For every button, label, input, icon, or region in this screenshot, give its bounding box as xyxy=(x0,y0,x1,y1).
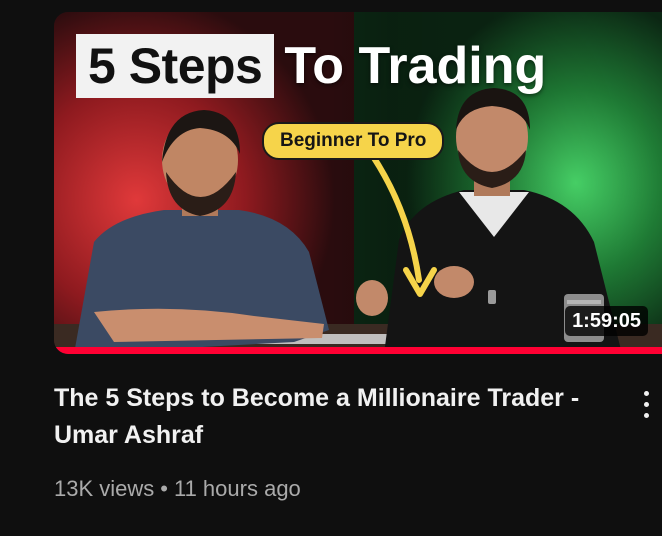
video-title[interactable]: The 5 Steps to Become a Millionaire Trad… xyxy=(54,380,614,454)
watch-progress-bar xyxy=(54,347,662,354)
headline-boxed-text: 5 Steps xyxy=(76,34,275,98)
meta-separator: • xyxy=(160,476,168,501)
thumbnail-headline: 5 Steps To Trading xyxy=(76,34,546,98)
view-count: 13K views xyxy=(54,476,155,501)
upload-age: 11 hours ago xyxy=(173,476,301,501)
headline-text: To Trading xyxy=(284,37,547,95)
more-vertical-icon[interactable] xyxy=(632,384,660,424)
video-thumbnail[interactable]: 5 Steps To Trading Beginner To Pro 1:59:… xyxy=(54,12,662,354)
duration-badge: 1:59:05 xyxy=(565,306,648,336)
video-card[interactable]: 5 Steps To Trading Beginner To Pro 1:59:… xyxy=(0,0,662,536)
video-metadata: 13K views • 11 hours ago xyxy=(54,474,301,504)
beginner-pro-pill: Beginner To Pro xyxy=(262,122,445,160)
